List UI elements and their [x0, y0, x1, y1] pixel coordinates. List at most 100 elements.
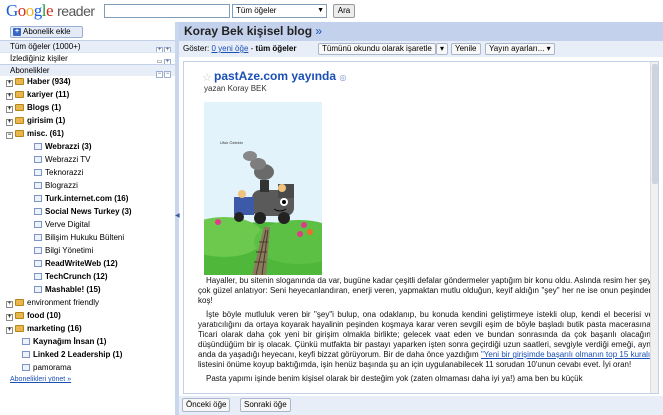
subscription-item[interactable]: Kaynağım İnsan (1)	[22, 337, 106, 347]
folder-item[interactable]: + Blogs (1)	[6, 103, 61, 113]
entry-paragraph: İşte böyle mutluluk veren bir "şey"i bul…	[198, 310, 653, 370]
feed-icon	[34, 260, 42, 267]
feed-icon	[34, 208, 42, 215]
new-items-link[interactable]: 0 yeni öğe	[211, 44, 248, 53]
star-icon[interactable]: ☆	[202, 71, 212, 84]
folder-item[interactable]: + kariyer (11)	[6, 90, 69, 100]
entry-paragraph: Hayaller, bu sitenin sloganında da var, …	[198, 276, 653, 305]
folder-icon	[15, 312, 24, 319]
tree-item-label: Bilişim Hukuku Bülteni	[45, 233, 125, 242]
expand-icon[interactable]: +	[6, 93, 13, 100]
tree-item-label: Kaynağım İnsan (1)	[33, 337, 107, 346]
nav-following[interactable]: İzlediğiniz kişiler ▭ +	[0, 52, 175, 66]
manage-subscriptions-link[interactable]: Abonelikleri yönet »	[10, 376, 71, 383]
top-bar: Google reader Tüm öğeler ▼ Ara	[0, 0, 663, 22]
feed-icon	[22, 351, 30, 358]
folder-item[interactable]: − misc. (61)	[6, 129, 64, 139]
expand-icon[interactable]: +	[6, 106, 13, 113]
subscriptions-header[interactable]: Abonelikler − −	[0, 64, 175, 78]
subscription-item[interactable]: Teknorazzi	[34, 168, 83, 178]
feed-icon	[34, 247, 42, 254]
tree-item-label: Blogs (1)	[27, 103, 62, 112]
subscription-item[interactable]: ReadWriteWeb (12)	[34, 259, 118, 269]
folder-item[interactable]: + food (10)	[6, 311, 61, 321]
tree-item-label: Webrazzi TV	[45, 155, 91, 164]
entry-title[interactable]: pastAze.com yayında ◎	[214, 69, 346, 83]
all-items-filter[interactable]: tüm öğeler	[256, 44, 297, 53]
feed-settings-label: Yayın ayarları...	[489, 44, 545, 53]
subscription-item[interactable]: Bilgi Yönetimi	[34, 246, 93, 256]
subscription-item[interactable]: pamorama	[22, 363, 71, 373]
subscription-item[interactable]: Verve Digital	[34, 220, 90, 230]
next-item-label: Sonraki öğe	[244, 400, 287, 409]
collapse-icon[interactable]: −	[6, 132, 13, 139]
stream-footer: Önceki öğe Sonraki öğe	[179, 396, 663, 415]
folder-item[interactable]: + environment friendly	[6, 298, 99, 308]
refresh-button[interactable]: Yenile	[451, 43, 481, 55]
mark-all-read-label: Tümünü okundu olarak işaretle	[322, 44, 432, 53]
entry-inline-link[interactable]: "Yeni bir girişimde başarılı olmanın top…	[481, 350, 653, 359]
folder-icon	[15, 299, 24, 306]
tree-item-label: Mashable! (15)	[45, 285, 101, 294]
scrollbar-thumb[interactable]	[652, 64, 658, 184]
subscription-item[interactable]: Social News Turkey (3)	[34, 207, 132, 217]
subscription-item[interactable]: Webrazzi (3)	[34, 142, 92, 152]
subscription-item[interactable]: Blograzzi	[34, 181, 78, 191]
illustration-caption: Ufuk Öztekin	[220, 140, 243, 145]
previous-item-label: Önceki öğe	[186, 400, 227, 409]
feed-icon	[34, 143, 42, 150]
mark-read-options-button[interactable]: ▾	[436, 43, 449, 55]
expand-icon[interactable]: +	[6, 327, 13, 334]
logo-reader-text: reader	[57, 3, 95, 19]
collapse-icon[interactable]: −	[156, 71, 163, 78]
subscription-item[interactable]: Turk.internet.com (16)	[34, 194, 128, 204]
expand-icon[interactable]: +	[6, 119, 13, 126]
subscription-item[interactable]: Linked 2 Leadership (1)	[22, 350, 122, 360]
feed-icon	[34, 156, 42, 163]
stream-header: Koray Bek kişisel blog »	[179, 22, 663, 41]
subscription-item[interactable]: Webrazzi TV	[34, 155, 91, 165]
feed-link[interactable]: »	[315, 24, 322, 38]
search-scope-select[interactable]: Tüm öğeler ▼	[232, 4, 327, 18]
feed-icon	[34, 273, 42, 280]
entries-scrollbar[interactable]	[650, 62, 658, 393]
google-reader-logo[interactable]: Google reader	[6, 2, 95, 20]
feed-settings-button[interactable]: Yayın ayarları... ▾	[485, 43, 555, 55]
chevron-down-icon: ▾	[546, 44, 551, 53]
tree-item-label: Blograzzi	[45, 181, 78, 190]
view-separator: -	[250, 44, 254, 53]
subscription-item[interactable]: Bilişim Hukuku Bülteni	[34, 233, 124, 243]
folder-item[interactable]: + Haber (934)	[6, 77, 71, 87]
stream-title[interactable]: Koray Bek kişisel blog »	[184, 24, 322, 38]
add-subscription-button[interactable]: + Abonelik ekle	[10, 26, 83, 38]
tree-item-label: Haber (934)	[27, 77, 71, 86]
expand-icon[interactable]: +	[6, 301, 13, 308]
search-input[interactable]	[104, 4, 230, 18]
subscription-item[interactable]: Mashable! (15)	[34, 285, 101, 295]
collapse-icon[interactable]: −	[164, 71, 171, 78]
tree-item-label: Verve Digital	[45, 220, 90, 229]
folder-item[interactable]: + marketing (16)	[6, 324, 82, 334]
feed-icon	[34, 182, 42, 189]
expand-icon[interactable]: +	[6, 314, 13, 321]
folder-icon	[15, 117, 24, 124]
expand-icon[interactable]: +	[6, 80, 13, 87]
previous-item-button[interactable]: Önceki öğe	[182, 398, 231, 412]
feed-icon	[22, 364, 30, 371]
tree-item-label: Turk.internet.com (16)	[45, 194, 129, 203]
search-button[interactable]: Ara	[333, 4, 355, 18]
entries-container[interactable]: ☆ pastAze.com yayında ◎ yazan Koray BEK	[183, 61, 659, 394]
mark-all-read-button[interactable]: Tümünü okundu olarak işaretle	[318, 43, 436, 55]
feed-icon	[34, 221, 42, 228]
entry-author: yazan Koray BEK	[204, 84, 267, 93]
tree-item-label: Linked 2 Leadership (1)	[33, 350, 123, 359]
subscription-item[interactable]: TechCrunch (12)	[34, 272, 108, 282]
folder-item[interactable]: + girisim (1)	[6, 116, 65, 126]
next-item-button[interactable]: Sonraki öğe	[240, 398, 291, 412]
tree-item-label: ReadWriteWeb (12)	[45, 259, 118, 268]
nav-all-items[interactable]: Tüm öğeler (1000+) + +	[0, 40, 175, 54]
stream-title-text: Koray Bek kişisel blog	[184, 24, 313, 38]
external-link-icon[interactable]: ◎	[339, 73, 346, 82]
subscriptions-label: Abonelikler	[10, 66, 50, 75]
add-subscription-label: Abonelik ekle	[23, 27, 71, 36]
